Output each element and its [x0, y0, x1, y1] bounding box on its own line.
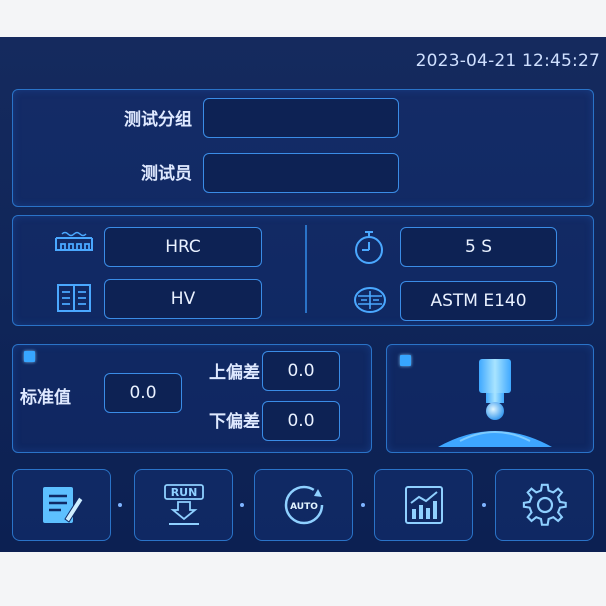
toolbar-dot-1	[118, 503, 122, 507]
standard-value-input[interactable]: 0.0	[104, 373, 182, 413]
run-button[interactable]: RUN	[134, 469, 233, 541]
run-label: RUN	[170, 486, 197, 499]
auto-button[interactable]: AUTO	[254, 469, 353, 541]
auto-icon: AUTO	[284, 485, 323, 525]
gear-icon	[522, 483, 567, 526]
operator-label: 测试员	[141, 164, 192, 184]
toolbar-dot-3	[361, 503, 365, 507]
toolbar-dot-4	[482, 503, 486, 507]
chart-icon	[404, 486, 443, 524]
hardness-tester-screen: 2023-04-21 12:45:27 测试分组 测试员 HRC HV 5 S	[0, 37, 606, 552]
settings-button[interactable]	[495, 469, 594, 541]
run-icon: RUN	[163, 484, 204, 525]
book-icon[interactable]	[56, 283, 92, 317]
lower-deviation-input[interactable]: 0.0	[262, 401, 340, 441]
hardness-type-select[interactable]: HV	[104, 279, 262, 319]
toolbar-dot-2	[240, 503, 244, 507]
dwell-time-field[interactable]: 5 S	[400, 227, 557, 267]
scale-icon[interactable]	[52, 230, 96, 260]
standard-book-icon[interactable]	[352, 285, 388, 319]
chart-button[interactable]	[374, 469, 473, 541]
auto-label: AUTO	[290, 502, 318, 512]
indenter-indicator	[400, 355, 411, 366]
scale-select[interactable]: HRC	[104, 227, 262, 267]
standard-select[interactable]: ASTM E140	[400, 281, 557, 321]
test-group-input[interactable]	[203, 98, 399, 138]
upper-deviation-label: 上偏差	[209, 363, 260, 383]
lower-deviation-label: 下偏差	[209, 412, 260, 432]
indenter-illustration	[430, 357, 560, 453]
standard-value-label: 标准值	[20, 388, 71, 408]
datetime-display: 2023-04-21 12:45:27	[415, 51, 600, 71]
edit-button[interactable]	[12, 469, 111, 541]
operator-input[interactable]	[203, 153, 399, 193]
edit-icon	[42, 487, 84, 523]
settings-divider	[305, 225, 307, 313]
test-group-label: 测试分组	[124, 110, 192, 130]
tolerance-indicator	[24, 351, 35, 362]
timer-icon[interactable]	[352, 228, 386, 270]
upper-deviation-input[interactable]: 0.0	[262, 351, 340, 391]
